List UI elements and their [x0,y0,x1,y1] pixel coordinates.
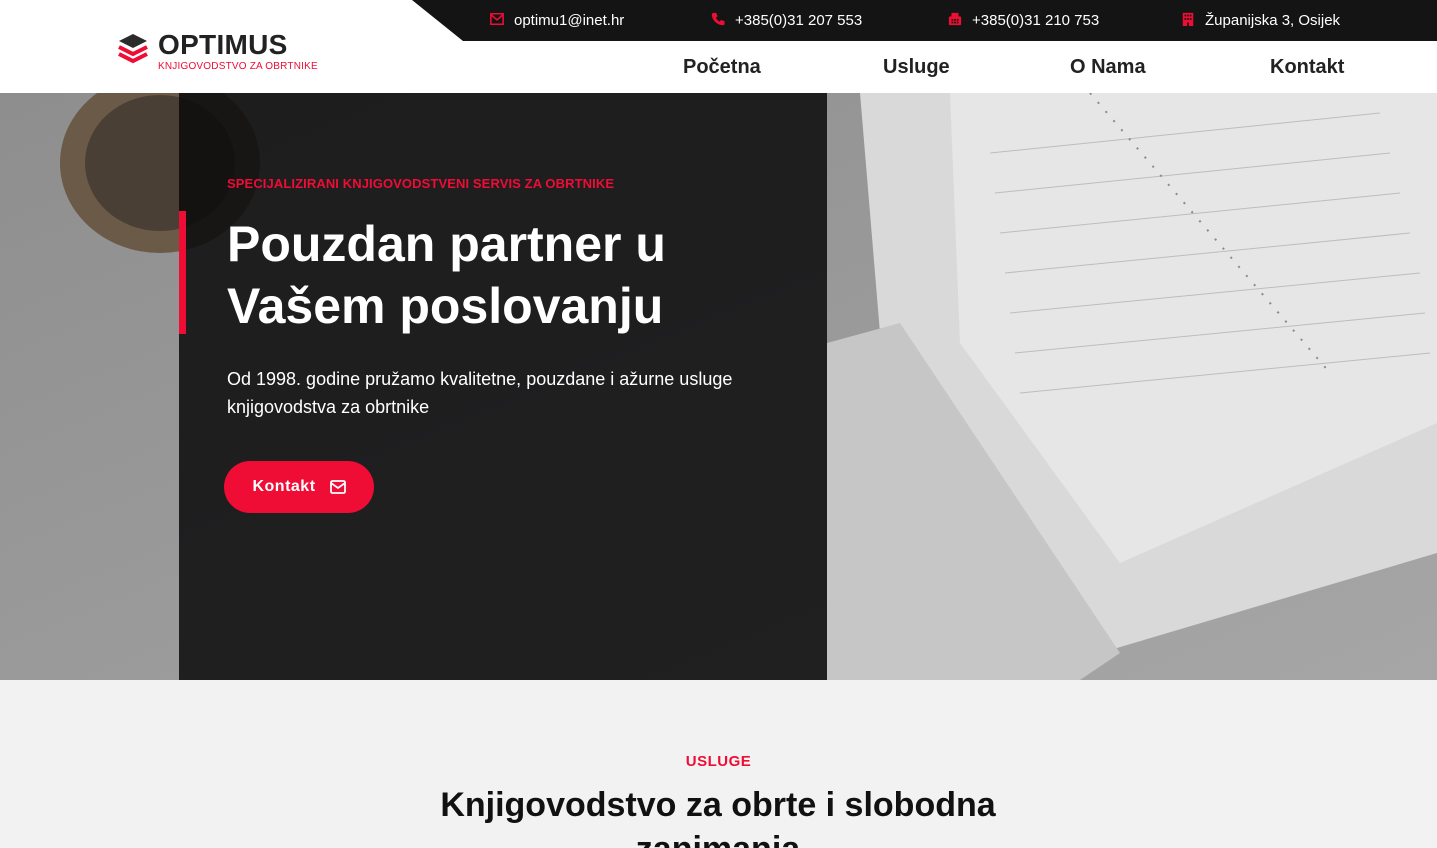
hero-title-line-2: Vašem poslovanju [227,278,664,334]
hero-section: SPECIJALIZIRANI KNJIGOVODSTVENI SERVIS Z… [0,93,1437,680]
contact-address: Županijska 3, Osijek [1181,0,1340,41]
contact-email[interactable]: optimu1@inet.hr [490,0,624,41]
logo-subtitle: KNJIGOVODSTVO ZA OBRTNIKE [158,61,318,72]
contact-fax[interactable]: +385(0)31 210 753 [948,0,1099,41]
hero-title-line-1: Pouzdan partner u [227,216,666,272]
services-eyebrow: USLUGE [685,753,752,770]
contact-fax-text[interactable]: +385(0)31 210 753 [972,12,1099,29]
fax-icon [948,12,962,30]
site-logo[interactable]: OPTIMUS KNJIGOVODSTVO ZA OBRTNIKE [118,31,318,72]
logo-title: OPTIMUS [158,29,288,60]
site-header: optimu1@inet.hr +385(0)31 207 553 +385(0… [0,0,1437,93]
hero-eyebrow: SPECIJALIZIRANI KNJIGOVODSTVENI SERVIS Z… [227,176,615,191]
hero-contact-button[interactable]: Kontakt [224,461,374,513]
nav-o-nama[interactable]: O Nama [1070,41,1146,93]
envelope-icon [490,12,504,30]
building-icon [1181,12,1195,30]
services-title: Knjigovodstvo za obrte i slobodna zanima… [440,786,996,848]
phone-icon [711,12,725,30]
contact-phone[interactable]: +385(0)31 207 553 [711,0,862,41]
layers-logo-icon [118,34,148,64]
nav-usluge[interactable]: Usluge [883,41,950,93]
nav-pocetna[interactable]: Početna [683,41,761,93]
hero-title: Pouzdan partner u Vašem poslovanju [227,213,807,337]
logo-text: OPTIMUS KNJIGOVODSTVO ZA OBRTNIKE [158,29,318,73]
envelope-icon [329,480,346,494]
hero-accent-bar [179,211,186,334]
hero-description: Od 1998. godine pružamo kvalitetne, pouz… [227,369,733,417]
contact-address-text: Županijska 3, Osijek [1205,12,1341,29]
contact-phone-text[interactable]: +385(0)31 207 553 [735,12,862,29]
nav-kontakt[interactable]: Kontakt [1270,41,1344,93]
contact-email-text[interactable]: optimu1@inet.hr [514,12,624,29]
hero-contact-button-label: Kontakt [252,478,316,495]
